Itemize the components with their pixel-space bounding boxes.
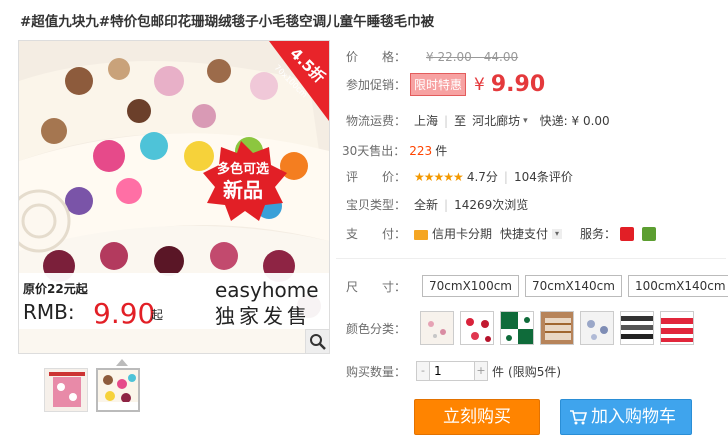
quantity-unit: 件 [492,364,505,379]
purchase-limit: (限购5件) [508,364,562,379]
size-option[interactable]: 100cmX140cm [627,275,728,297]
chevron-down-icon[interactable]: ▾ [552,228,563,239]
color-label: 颜色分类： [346,321,407,336]
color-swatch[interactable] [580,311,615,345]
buy-now-button[interactable]: 立刻购买 [414,399,540,435]
quantity-label: 购买数量： [346,364,407,379]
quantity-stepper: - + [416,361,489,381]
brand-name: easyhome [215,278,319,302]
rmb-label: RMB: [23,300,75,324]
ship-from: 上海 [414,114,439,128]
rating-score: 4.7分 [466,170,498,184]
color-swatch[interactable] [540,311,575,345]
rating-label: 评 价： [346,170,407,184]
size-label: 尺 寸： [346,279,407,294]
color-row: 颜色分类： [346,311,700,345]
thumbnail-1[interactable] [44,368,88,412]
ship-to-select[interactable]: 河北廊坊 [472,112,520,129]
swatch-image [428,321,447,338]
condition-value: 全新 [414,198,439,212]
sales-count: 223 [409,143,433,158]
swatch-image [587,320,609,340]
thumbnail-2-image [98,370,138,410]
quick-pay-option[interactable]: 快捷支付 [500,225,548,242]
rating-row: 评 价： ★★★★★ 4.7分 | 104条评价 [346,168,573,185]
magnifier-icon [310,334,326,350]
promo-price-image: 9.90 [93,297,155,330]
color-swatch[interactable] [420,311,455,345]
star-rating-icon: ★★★★★ [414,169,464,184]
sales-label: 30天售出： [342,144,406,158]
multi-color-line2: 新品 [223,178,263,202]
view-count: 14269次浏览 [454,198,529,212]
size-option[interactable]: 70cmX100cm [422,275,519,297]
quantity-row: 购买数量： - + 件 (限购5件) [346,361,561,381]
add-to-cart-label: 加入购物车 [591,407,676,427]
chevron-down-icon[interactable]: ▾ [523,116,528,126]
rating-separator: | [503,169,508,184]
thumbnail-2[interactable] [96,368,140,412]
price-row: 价 格： ¥ 22.00 - 44.00 [346,48,518,65]
size-row: 尺 寸： 70cmX100cm 70cmX140cm 100cmX140cm [346,275,728,297]
promo-row: 参加促销： 限时特惠 ¥ 9.90 [346,72,545,97]
swatch-image [621,316,654,339]
condition-separator: | [444,197,449,212]
color-swatch[interactable] [620,311,655,345]
swatch-image [661,318,694,342]
shipping-label: 物流运费： [346,114,407,128]
sales-row: 30天售出： 223 件 [342,142,447,159]
color-swatch[interactable] [460,311,495,345]
promo-tag: 限时特惠 [410,73,467,96]
increment-button[interactable]: + [475,362,488,380]
price-label: 价 格： [346,50,407,64]
product-title: #超值九块九#特价包邮印花珊瑚绒毯子小毛毯空调儿童午睡毯毛巾被 [20,14,435,30]
quantity-input[interactable] [429,362,476,380]
original-price: ¥ 22.00 - 44.00 [426,49,519,64]
review-count-link[interactable]: 104条评价 [514,168,573,185]
price-suffix: 起 [151,308,163,322]
payment-row: 支 付： 信用卡分期 快捷支付 ▾ 服务： [346,225,657,242]
swatch-image [466,318,492,342]
multi-color-line1: 多色可选 [217,161,269,177]
size-option[interactable]: 70cmX140cm [524,275,622,297]
guarantee-icon[interactable] [642,226,657,241]
decrement-button[interactable]: - [417,362,430,380]
main-product-image[interactable]: 4.5折 70x100cm 多色可选 新品 原价22元起 RMB: 9.90 起… [18,40,330,354]
color-swatch[interactable] [500,311,535,345]
condition-label: 宝贝类型： [346,198,407,212]
credit-card-icon [414,229,429,240]
promo-currency: ¥ [474,74,485,95]
promo-label: 参加促销： [346,78,407,92]
options-divider [336,258,726,259]
zoom-button[interactable] [305,329,329,353]
sales-unit: 件 [435,144,448,158]
swatch-image [545,318,572,340]
orig-price-text: 原价22元起 [23,281,89,296]
express-fee: 快递: ¥ 0.00 [539,114,610,128]
seven-day-return-icon[interactable] [620,226,635,241]
promo-price: 9.90 [490,72,546,97]
add-to-cart-button[interactable]: 加入购物车 [560,399,692,435]
thumbnail-1-image [45,369,87,411]
ship-separator: | [444,113,449,128]
product-photo: 4.5折 70x100cm 多色可选 新品 原价22元起 RMB: 9.90 起… [19,41,329,353]
brand-slogan: 独家发售 [215,304,311,328]
installment-option[interactable]: 信用卡分期 [432,225,492,242]
payment-label: 支 付： [346,227,407,241]
cart-icon [570,410,587,425]
color-swatch[interactable] [660,311,695,345]
ship-to-prefix: 至 [454,114,467,128]
service-label: 服务： [580,227,617,241]
selected-thumb-indicator [116,359,128,366]
condition-row: 宝贝类型： 全新 | 14269次浏览 [346,196,528,213]
swatch-image [501,312,534,344]
shipping-row: 物流运费： 上海 | 至 河北廊坊 ▾ 快递: ¥ 0.00 [346,112,610,129]
